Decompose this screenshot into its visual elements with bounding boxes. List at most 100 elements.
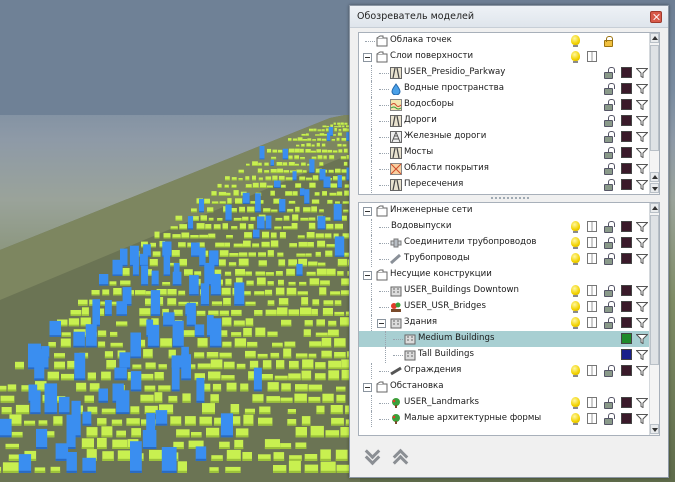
collapse-toggle[interactable] [363,53,372,62]
color-swatch[interactable] [621,365,632,376]
tree-row[interactable]: USER_USR_Bridges [359,299,651,315]
lock-icon[interactable] [604,237,615,249]
tree-row[interactable]: Соединители трубопроводов [359,235,651,251]
filter-icon[interactable] [635,148,649,159]
visibility-bulb-icon[interactable] [571,35,580,47]
bottom-tree-pane[interactable]: Инженерные сети Водовыпуски Соединители тр… [358,202,660,436]
scroll-up-arrow[interactable] [650,203,659,213]
tree-row[interactable]: Обстановка [359,379,651,395]
lock-icon[interactable] [604,221,615,233]
label-book-icon[interactable] [587,365,597,376]
filter-icon[interactable] [635,302,649,313]
tree-row[interactable]: Tall Buildings [359,347,651,363]
top-scrollbar[interactable] [649,33,659,194]
label-book-icon[interactable] [587,317,597,328]
tree-row[interactable]: Облака точек [359,33,651,49]
visibility-bulb-icon[interactable] [571,285,580,297]
color-swatch[interactable] [621,221,632,232]
visibility-bulb-icon[interactable] [571,253,580,265]
scroll-thumb[interactable] [650,45,659,151]
filter-icon[interactable] [635,222,649,233]
scroll-down-arrow[interactable] [650,424,659,434]
tree-row[interactable]: Дороги [359,113,651,129]
label-book-icon[interactable] [587,285,597,296]
visibility-bulb-icon[interactable] [571,397,580,409]
filter-icon[interactable] [635,84,649,95]
color-swatch[interactable] [621,317,632,328]
collapse-toggle[interactable] [377,319,386,328]
color-swatch[interactable] [621,99,632,110]
filter-icon[interactable] [635,350,649,361]
move-down-button[interactable] [364,446,382,464]
color-swatch[interactable] [621,413,632,424]
tree-row[interactable]: USER_Buildings Downtown [359,283,651,299]
collapse-toggle[interactable] [363,383,372,392]
label-book-icon[interactable] [587,413,597,424]
filter-icon[interactable] [635,254,649,265]
title-bar[interactable]: Обозреватель моделей [350,6,668,28]
color-swatch[interactable] [621,333,632,344]
tree-row[interactable]: Железные дороги [359,129,651,145]
lock-icon[interactable] [604,365,615,377]
visibility-bulb-icon[interactable] [571,237,580,249]
lock-icon[interactable] [604,285,615,297]
label-book-icon[interactable] [587,301,597,312]
tree-row[interactable]: USER_Presidio_Parkway [359,65,651,81]
tree-row[interactable]: Трубопроводы [359,251,651,267]
filter-icon[interactable] [635,164,649,175]
scroll-up-arrow[interactable] [650,33,659,43]
filter-icon[interactable] [635,414,649,425]
lock-icon[interactable] [604,163,615,175]
pane-splitter[interactable] [490,196,530,200]
scroll-thumb[interactable] [650,215,659,365]
filter-icon[interactable] [635,318,649,329]
lock-icon[interactable] [604,67,615,79]
move-up-button[interactable] [392,446,410,464]
label-book-icon[interactable] [587,397,597,408]
lock-icon[interactable] [604,397,615,409]
color-swatch[interactable] [621,67,632,78]
color-swatch[interactable] [621,115,632,126]
scroll-down-arrow[interactable] [650,183,659,193]
tree-row[interactable]: Инженерные сети [359,203,651,219]
tree-row[interactable]: Водовыпуски [359,219,651,235]
lock-icon[interactable] [604,301,615,313]
filter-icon[interactable] [635,238,649,249]
color-swatch[interactable] [621,253,632,264]
lock-icon[interactable] [604,99,615,111]
color-swatch[interactable] [621,83,632,94]
close-button[interactable] [650,11,662,23]
filter-icon[interactable] [635,132,649,143]
tree-row[interactable]: Мосты [359,145,651,161]
visibility-bulb-icon[interactable] [571,51,580,63]
scroll-up-arrow[interactable] [650,172,659,182]
tree-row[interactable]: Малые архитектурные формы [359,411,651,427]
filter-icon[interactable] [635,180,649,191]
tree-row[interactable]: Здания [359,315,651,331]
tree-row[interactable]: Несущие конструкции [359,267,651,283]
visibility-bulb-icon[interactable] [571,413,580,425]
visibility-bulb-icon[interactable] [571,365,580,377]
label-book-icon[interactable] [587,237,597,248]
lock-icon[interactable] [604,36,613,47]
color-swatch[interactable] [621,285,632,296]
tree-row[interactable]: Водные пространства [359,81,651,97]
label-book-icon[interactable] [587,221,597,232]
tree-row[interactable]: Ограждения [359,363,651,379]
bottom-scrollbar[interactable] [649,203,659,435]
lock-icon[interactable] [604,115,615,127]
lock-icon[interactable] [604,413,615,425]
tree-row[interactable]: Области покрытия [359,161,651,177]
color-swatch[interactable] [621,397,632,408]
tree-row[interactable]: Medium Buildings [359,331,651,347]
color-swatch[interactable] [621,163,632,174]
collapse-toggle[interactable] [363,271,372,280]
filter-icon[interactable] [635,116,649,127]
lock-icon[interactable] [604,179,615,191]
filter-icon[interactable] [635,334,649,345]
visibility-bulb-icon[interactable] [571,301,580,313]
tree-row[interactable]: Слои поверхности [359,49,651,65]
color-swatch[interactable] [621,179,632,190]
lock-icon[interactable] [604,131,615,143]
visibility-bulb-icon[interactable] [571,317,580,329]
